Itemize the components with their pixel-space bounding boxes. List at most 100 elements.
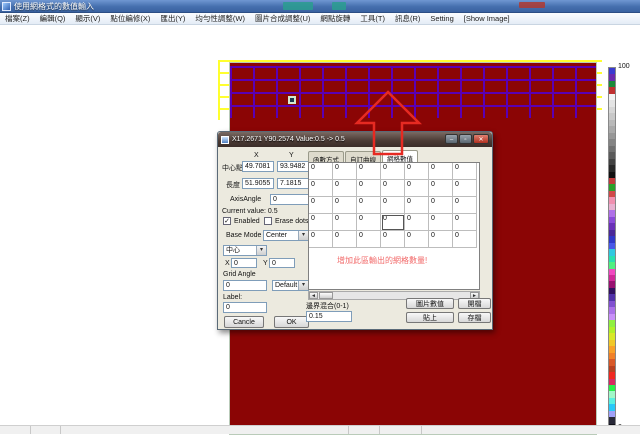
up-arrow-annotation <box>350 85 430 160</box>
menu-item[interactable]: 工具(T) <box>355 13 390 24</box>
image-values-button[interactable]: 圖片數值 <box>406 298 454 309</box>
status-pane <box>380 426 422 434</box>
titlebar-artifact <box>283 2 313 10</box>
menu-item[interactable]: 網點旋轉 <box>315 13 355 24</box>
status-pane <box>31 426 61 434</box>
value-grid: 00000000000000000000000000000000000 <box>309 163 479 248</box>
blend-field[interactable]: 0.15 <box>306 311 352 322</box>
colorbar <box>608 67 616 431</box>
grid-cell[interactable]: 0 <box>453 231 477 248</box>
app-icon <box>2 2 11 11</box>
open-file-button[interactable]: 開檔 <box>458 298 491 309</box>
offset-y-field[interactable]: 0 <box>269 258 295 268</box>
grid-cell[interactable]: 0 <box>405 231 429 248</box>
colorbar-max-label: 100 <box>618 63 630 70</box>
grid-angle-mode-select[interactable]: Default <box>272 280 309 291</box>
grid-cell[interactable]: 0 <box>309 231 333 248</box>
grid-cell[interactable]: 0 <box>357 197 381 214</box>
ok-button[interactable]: OK <box>274 316 309 328</box>
save-file-button[interactable]: 存檔 <box>458 312 491 323</box>
grid-cell[interactable]: 0 <box>333 231 357 248</box>
base-mode-label: Base Mode <box>226 232 261 239</box>
minimize-icon[interactable]: – <box>445 134 458 144</box>
menu-item[interactable]: 匯出(Y) <box>155 13 190 24</box>
cancel-button[interactable]: Cancle <box>224 316 264 328</box>
grid-cell[interactable]: 0 <box>405 214 429 231</box>
erase-dots-checkbox[interactable] <box>264 217 272 225</box>
grid-cell[interactable]: 0 <box>333 197 357 214</box>
grid-cell[interactable]: 0 <box>357 180 381 197</box>
grid-cell[interactable]: 0 <box>333 214 357 231</box>
erase-dots-label: Erase dots <box>275 218 308 225</box>
selected-cell-marker[interactable] <box>288 96 296 104</box>
dialog-title: X17.2671 Y90.2574 Value:0.5 -> 0.5 <box>232 136 345 143</box>
grid-cell[interactable]: 0 <box>309 197 333 214</box>
grid-cell[interactable]: 0 <box>357 163 381 180</box>
menu-item[interactable]: 編輯(Q) <box>35 13 71 24</box>
value-grid-box: 00000000000000000000000000000000000 增加此區… <box>308 162 480 290</box>
grid-cell[interactable]: 0 <box>429 231 453 248</box>
grid-h-scrollbar[interactable]: ◄ ► <box>308 291 480 300</box>
anchor-select[interactable]: 中心 <box>223 245 267 256</box>
grid-cell[interactable]: 0 <box>429 180 453 197</box>
length-y-field[interactable]: 7.1815 <box>277 178 309 189</box>
blend-label: 邊界混合(0-1) <box>306 301 349 311</box>
menu-item[interactable]: 均勻性調整(W) <box>190 13 250 24</box>
grid-angle-field[interactable]: 0 <box>223 280 267 291</box>
titlebar-artifact <box>519 2 545 8</box>
maximize-icon[interactable]: ▫ <box>459 134 472 144</box>
label-label: Label: <box>223 294 242 301</box>
grid-cell[interactable]: 0 <box>453 180 477 197</box>
menu-item[interactable]: 點位編修(X) <box>105 13 155 24</box>
menu-item[interactable]: 檔案(Z) <box>0 13 35 24</box>
grid-cell[interactable]: 0 <box>309 163 333 180</box>
offset-x-field[interactable]: 0 <box>231 258 257 268</box>
grid-cell[interactable]: 0 <box>453 163 477 180</box>
grid-cell[interactable]: 0 <box>381 197 405 214</box>
axis-angle-field[interactable]: 0 <box>270 194 309 205</box>
grid-cell[interactable]: 0 <box>357 214 381 231</box>
menu-item[interactable]: 圖片合成調整(U) <box>250 13 315 24</box>
grid-cell[interactable]: 0 <box>381 163 405 180</box>
base-mode-select[interactable]: Center <box>263 230 309 241</box>
menu-item[interactable]: Setting <box>425 14 458 23</box>
menu-bar: 檔案(Z)編輯(Q)顯示(V)點位編修(X)匯出(Y)均勻性調整(W)圖片合成調… <box>0 13 640 25</box>
offset-x-label: X <box>225 260 230 267</box>
grid-cell[interactable]: 0 <box>333 163 357 180</box>
grid-cell[interactable]: 0 <box>381 231 405 248</box>
titlebar-artifact <box>332 2 346 10</box>
column-header-x: X <box>254 152 259 159</box>
grid-cell[interactable]: 0 <box>381 180 405 197</box>
grid-cell[interactable]: 0 <box>333 180 357 197</box>
grid-cell[interactable]: 0 <box>429 163 453 180</box>
menu-item[interactable]: 訊息(R) <box>390 13 425 24</box>
current-value-text: Current value: 0.5 <box>222 208 278 215</box>
grid-cell[interactable]: 0 <box>453 197 477 214</box>
close-icon[interactable]: ✕ <box>473 134 489 144</box>
status-pane <box>0 426 31 434</box>
grid-cell[interactable]: 0 <box>309 180 333 197</box>
grid-cell[interactable]: 0 <box>357 231 381 248</box>
scroll-thumb[interactable] <box>319 292 333 299</box>
grid-cell[interactable]: 0 <box>405 180 429 197</box>
grid-cell[interactable]: 0 <box>405 197 429 214</box>
center-y-field[interactable]: 93.9482 <box>277 161 309 172</box>
center-x-field[interactable]: 49.7081 <box>242 161 274 172</box>
grid-cell[interactable]: 0 <box>309 214 333 231</box>
grid-cell[interactable]: 0 <box>429 214 453 231</box>
menu-item[interactable]: 顯示(V) <box>70 13 105 24</box>
scroll-left-icon[interactable]: ◄ <box>309 292 318 299</box>
grid-cell[interactable]: 0 <box>405 163 429 180</box>
center-label: 中心點 <box>222 163 243 173</box>
dialog-icon <box>221 136 229 144</box>
grid-cell[interactable]: 0 <box>453 214 477 231</box>
menu-item[interactable]: [Show Image] <box>459 14 515 23</box>
label-field[interactable]: 0 <box>223 302 267 313</box>
enabled-label: Enabled <box>234 218 260 225</box>
grid-cell[interactable]: 0 <box>381 214 405 231</box>
column-header-y: Y <box>289 152 294 159</box>
paste-button[interactable]: 貼上 <box>406 312 454 323</box>
grid-cell[interactable]: 0 <box>429 197 453 214</box>
enabled-checkbox[interactable]: ✓ <box>223 217 231 225</box>
length-x-field[interactable]: 51.9055 <box>242 178 274 189</box>
